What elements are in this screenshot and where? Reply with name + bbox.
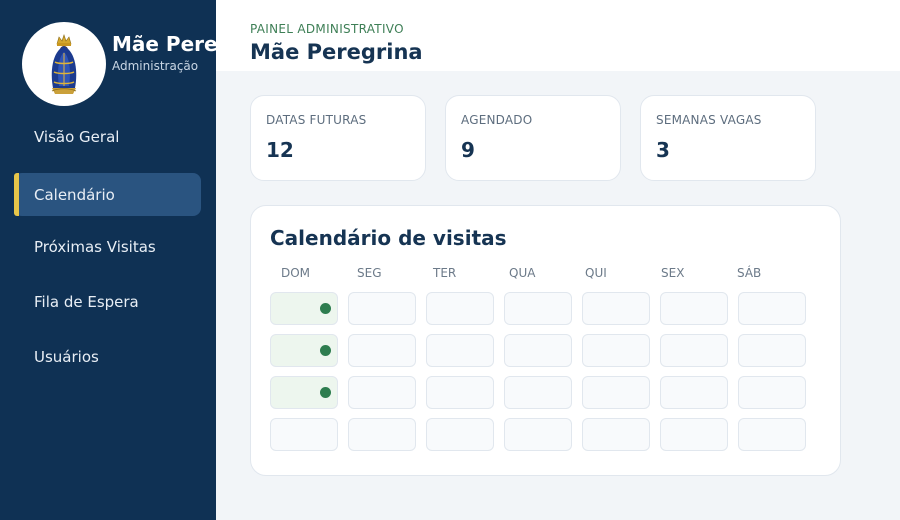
stat-value: 3 <box>656 138 670 162</box>
weekday-label: SÁB <box>737 266 762 280</box>
booking-indicator-dot <box>320 303 331 314</box>
booking-indicator-dot <box>320 345 331 356</box>
booking-indicator-dot <box>320 387 331 398</box>
calendar-day[interactable] <box>426 418 494 451</box>
calendar-day[interactable] <box>504 376 572 409</box>
calendar-day[interactable] <box>426 376 494 409</box>
calendar-day[interactable] <box>738 418 806 451</box>
brand: Mãe Peregrina Administração <box>22 22 216 106</box>
calendar-day[interactable] <box>660 334 728 367</box>
calendar-day[interactable] <box>660 292 728 325</box>
sidebar-item-usuarios[interactable]: Usuários <box>14 335 201 378</box>
calendar-day[interactable] <box>738 376 806 409</box>
stat-card-datas-futuras: DATAS FUTURAS 12 <box>250 95 426 181</box>
weekday-label: SEX <box>661 266 685 280</box>
calendar-day[interactable] <box>582 292 650 325</box>
sidebar-item-proximas-visitas[interactable]: Próximas Visitas <box>14 225 201 268</box>
stat-card-semanas-vagas: SEMANAS VAGAS 3 <box>640 95 816 181</box>
sidebar-item-calendario[interactable]: Calendário <box>14 173 201 216</box>
stat-label: AGENDADO <box>461 113 533 127</box>
stat-value: 9 <box>461 138 475 162</box>
calendar-day[interactable] <box>504 418 572 451</box>
sidebar-item-label: Próximas Visitas <box>34 237 156 256</box>
calendar-day-booked[interactable] <box>270 334 338 367</box>
calendar-title: Calendário de visitas <box>270 226 507 250</box>
logo <box>22 22 106 106</box>
calendar-day-booked[interactable] <box>270 292 338 325</box>
calendar-day[interactable] <box>504 334 572 367</box>
our-lady-aparecida-icon <box>51 34 77 94</box>
calendar-day[interactable] <box>348 292 416 325</box>
weekday-label: QUI <box>585 266 607 280</box>
sidebar-item-label: Usuários <box>34 347 99 366</box>
weekday-label: TER <box>433 266 457 280</box>
sidebar-item-label: Calendário <box>34 185 115 204</box>
calendar-day[interactable] <box>582 376 650 409</box>
calendar-day[interactable] <box>426 292 494 325</box>
weekday-label: DOM <box>281 266 311 280</box>
calendar-card: Calendário de visitas DOM SEG TER QUA QU… <box>250 205 841 476</box>
calendar-day[interactable] <box>270 418 338 451</box>
calendar-day[interactable] <box>582 418 650 451</box>
header-eyebrow: PAINEL ADMINISTRATIVO <box>250 22 404 36</box>
stat-label: SEMANAS VAGAS <box>656 113 762 127</box>
calendar-day[interactable] <box>738 334 806 367</box>
weekday-header: DOM SEG TER QUA QUI SEX SÁB <box>271 266 831 282</box>
weekday-label: QUA <box>509 266 536 280</box>
calendar-grid <box>270 292 810 452</box>
sidebar-item-label: Visão Geral <box>34 127 120 146</box>
stat-card-agendado: AGENDADO 9 <box>445 95 621 181</box>
page-title: Mãe Peregrina <box>250 40 423 64</box>
weekday-label: SEG <box>357 266 382 280</box>
page-header: PAINEL ADMINISTRATIVO Mãe Peregrina <box>216 0 900 71</box>
stat-label: DATAS FUTURAS <box>266 113 367 127</box>
sidebar-item-fila-de-espera[interactable]: Fila de Espera <box>14 280 201 323</box>
sidebar-item-label: Fila de Espera <box>34 292 139 311</box>
calendar-day[interactable] <box>504 292 572 325</box>
calendar-day[interactable] <box>660 418 728 451</box>
sidebar-item-visao-geral[interactable]: Visão Geral <box>14 115 201 158</box>
calendar-day[interactable] <box>348 334 416 367</box>
brand-name: Mãe Peregrina <box>112 32 216 56</box>
calendar-day[interactable] <box>738 292 806 325</box>
calendar-day[interactable] <box>426 334 494 367</box>
calendar-day[interactable] <box>348 418 416 451</box>
sidebar: Mãe Peregrina Administração Visão Geral … <box>0 0 216 520</box>
brand-subtitle: Administração <box>112 59 199 73</box>
calendar-day[interactable] <box>348 376 416 409</box>
calendar-day[interactable] <box>660 376 728 409</box>
calendar-day[interactable] <box>582 334 650 367</box>
stat-value: 12 <box>266 138 294 162</box>
calendar-day-booked[interactable] <box>270 376 338 409</box>
